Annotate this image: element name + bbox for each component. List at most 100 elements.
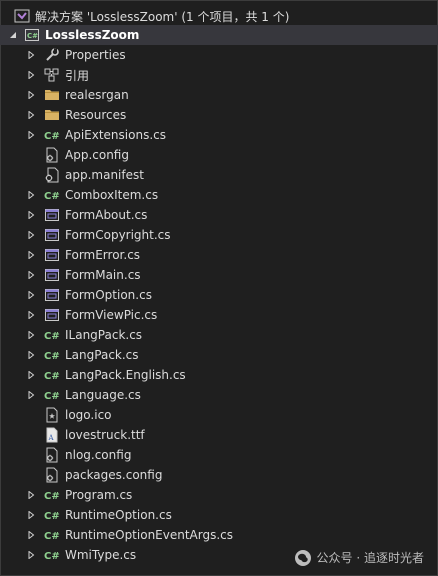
tree-item-label: Properties xyxy=(65,48,126,62)
expand-spacer xyxy=(24,465,38,485)
tree-item[interactable]: FormAbout.cs xyxy=(0,205,438,225)
tree-item[interactable]: C# ApiExtensions.cs xyxy=(0,125,438,145)
tree-item-label: packages.config xyxy=(65,468,163,482)
config-file-icon xyxy=(44,467,60,483)
config-file-icon xyxy=(44,147,60,163)
expand-arrow-icon[interactable] xyxy=(24,185,38,205)
tree-item[interactable]: C# LangPack.cs xyxy=(0,345,438,365)
csharp-file-icon: C# xyxy=(44,127,60,143)
expand-spacer xyxy=(24,165,38,185)
tree-item-label: FormError.cs xyxy=(65,248,141,262)
tree-item[interactable]: app.manifest xyxy=(0,165,438,185)
svg-text:C#: C# xyxy=(27,32,38,40)
expand-arrow-icon[interactable] xyxy=(24,85,38,105)
expand-arrow-icon[interactable] xyxy=(24,45,38,65)
manifest-file-icon xyxy=(44,167,60,183)
tree-item[interactable]: Resources xyxy=(0,105,438,125)
expand-arrow-icon[interactable] xyxy=(24,345,38,365)
tree-item-label: WmiType.cs xyxy=(65,548,137,562)
expand-arrow-icon[interactable] xyxy=(24,125,38,145)
csharp-file-icon: C# xyxy=(44,487,60,503)
expand-arrow-icon[interactable] xyxy=(24,305,38,325)
tree-item[interactable]: realesrgan xyxy=(0,85,438,105)
expand-arrow-icon[interactable] xyxy=(24,365,38,385)
expand-arrow-icon[interactable] xyxy=(24,325,38,345)
expand-arrow-icon[interactable] xyxy=(24,505,38,525)
tree-item-label: Language.cs xyxy=(65,388,141,402)
svg-text:C#: C# xyxy=(44,531,60,542)
tree-item[interactable]: C# RuntimeOptionEventArgs.cs xyxy=(0,525,438,545)
csharp-file-icon: C# xyxy=(44,327,60,343)
svg-text:C#: C# xyxy=(44,131,60,142)
expand-arrow-icon[interactable] xyxy=(24,485,38,505)
folder-icon xyxy=(44,107,60,123)
csharp-file-icon: C# xyxy=(44,367,60,383)
tree-item[interactable]: packages.config xyxy=(0,465,438,485)
form-icon xyxy=(44,227,60,243)
tree-item[interactable]: Alovestruck.ttf xyxy=(0,425,438,445)
tree-item-label: ComboxItem.cs xyxy=(65,188,159,202)
csharp-file-icon: C# xyxy=(44,347,60,363)
expand-arrow-icon[interactable] xyxy=(24,265,38,285)
solution-label: 解决方案 'LosslessZoom' (1 个项目，共 1 个) xyxy=(35,9,290,24)
wechat-icon xyxy=(294,549,311,566)
tree-item-label: FormAbout.cs xyxy=(65,208,148,222)
tree-item-label: LangPack.cs xyxy=(65,348,139,362)
expand-arrow-icon[interactable] xyxy=(24,385,38,405)
tree-item[interactable]: Properties xyxy=(0,45,438,65)
tree-item[interactable]: logo.ico xyxy=(0,405,438,425)
visual-studio-solution-icon xyxy=(14,8,30,24)
csharp-file-icon: C# xyxy=(44,507,60,523)
tree-item[interactable]: nlog.config xyxy=(0,445,438,465)
tree-item-label: RuntimeOptionEventArgs.cs xyxy=(65,528,234,542)
tree-item-label: RuntimeOption.cs xyxy=(65,508,172,522)
tree-item[interactable]: FormOption.cs xyxy=(0,285,438,305)
csharp-project-icon: C# xyxy=(24,27,40,43)
tree-item[interactable]: 引用 xyxy=(0,65,438,85)
tree-item-label: Resources xyxy=(65,108,127,122)
tree-item[interactable]: C# ComboxItem.cs xyxy=(0,185,438,205)
tree-item-label: FormOption.cs xyxy=(65,288,152,302)
tree-item-label: lovestruck.ttf xyxy=(65,428,145,442)
form-icon xyxy=(44,287,60,303)
references-icon xyxy=(44,67,60,83)
tree-item[interactable]: FormError.cs xyxy=(0,245,438,265)
wrench-icon xyxy=(44,47,60,63)
tree-item[interactable]: C# Program.cs xyxy=(0,485,438,505)
project-node[interactable]: C# LosslessZoom xyxy=(0,25,438,45)
folder-icon xyxy=(44,87,60,103)
solution-node[interactable]: 解决方案 'LosslessZoom' (1 个项目，共 1 个) xyxy=(0,6,438,26)
tree-item-label: FormMain.cs xyxy=(65,268,141,282)
expand-spacer xyxy=(24,145,38,165)
tree-item[interactable]: FormMain.cs xyxy=(0,265,438,285)
svg-text:C#: C# xyxy=(44,371,60,382)
tree-item-label: ApiExtensions.cs xyxy=(65,128,166,142)
tree-item[interactable]: FormViewPic.cs xyxy=(0,305,438,325)
csharp-file-icon: C# xyxy=(44,547,60,563)
collapse-arrow-icon[interactable] xyxy=(6,25,20,45)
tree-item-label: realesrgan xyxy=(65,88,129,102)
expand-arrow-icon[interactable] xyxy=(24,525,38,545)
csharp-file-icon: C# xyxy=(44,187,60,203)
expand-arrow-icon[interactable] xyxy=(24,65,38,85)
svg-text:C#: C# xyxy=(44,491,60,502)
expand-arrow-icon[interactable] xyxy=(24,285,38,305)
tree-item[interactable]: FormCopyright.cs xyxy=(0,225,438,245)
tree-item-label: FormCopyright.cs xyxy=(65,228,171,242)
expand-arrow-icon[interactable] xyxy=(24,205,38,225)
tree-item[interactable]: C# LangPack.English.cs xyxy=(0,365,438,385)
svg-text:C#: C# xyxy=(44,351,60,362)
expand-spacer xyxy=(24,405,38,425)
expand-arrow-icon[interactable] xyxy=(24,225,38,245)
tree-item[interactable]: C# ILangPack.cs xyxy=(0,325,438,345)
svg-text:C#: C# xyxy=(44,391,60,402)
tree-item[interactable]: C# Language.cs xyxy=(0,385,438,405)
svg-text:C#: C# xyxy=(44,511,60,522)
tree-item[interactable]: C# RuntimeOption.cs xyxy=(0,505,438,525)
expand-arrow-icon[interactable] xyxy=(24,105,38,125)
expand-arrow-icon[interactable] xyxy=(24,545,38,565)
config-file-icon xyxy=(44,447,60,463)
csharp-file-icon: C# xyxy=(44,387,60,403)
tree-item[interactable]: App.config xyxy=(0,145,438,165)
expand-arrow-icon[interactable] xyxy=(24,245,38,265)
